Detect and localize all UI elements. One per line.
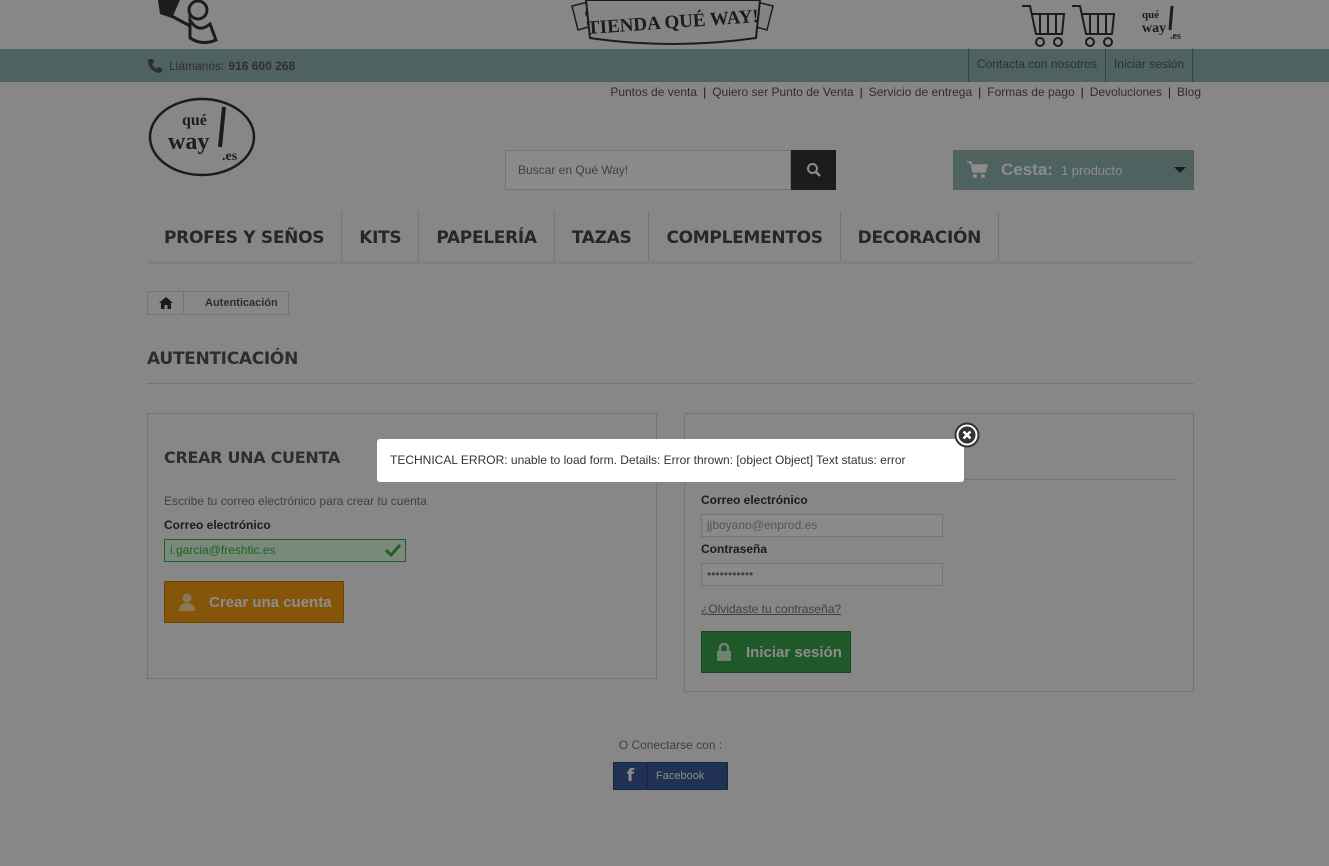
error-message: TECHNICAL ERROR: unable to load form. De… [390, 453, 906, 467]
modal-overlay[interactable] [0, 0, 1329, 866]
error-modal: TECHNICAL ERROR: unable to load form. De… [377, 439, 964, 482]
close-icon[interactable] [954, 422, 980, 448]
